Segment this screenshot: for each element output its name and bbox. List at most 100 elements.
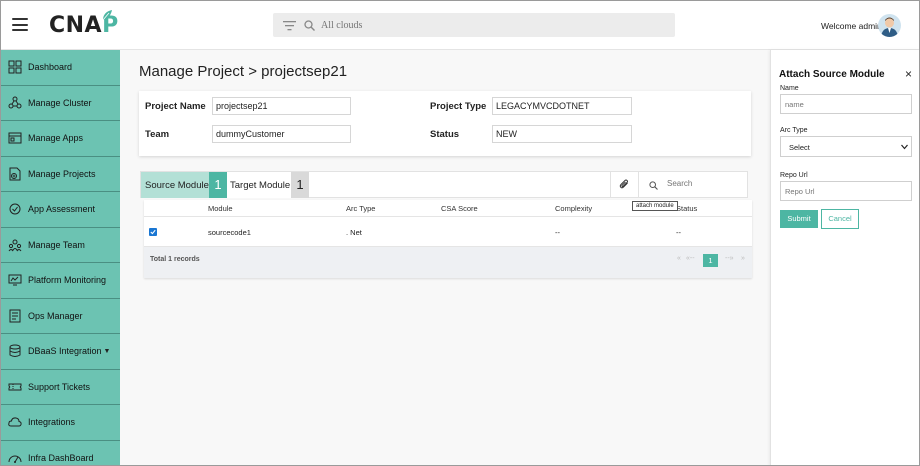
sidebar-item-dashboard[interactable]: Dashboard (1, 50, 120, 86)
apps-icon (8, 132, 22, 144)
module-table: Module Arc Type CSA Score Complexity Sta… (144, 200, 752, 278)
sidebar-item-manage-cluster[interactable]: Manage Cluster (1, 86, 120, 121)
cell-module: sourcecode1 (208, 228, 251, 237)
app-logo[interactable]: CNAP (49, 10, 119, 41)
pager-first-button[interactable]: « (677, 255, 681, 262)
tab-label: Source Module (145, 180, 209, 191)
ticket-icon (8, 383, 22, 391)
attach-module-tooltip: attach module (632, 201, 678, 211)
status-label: Status (430, 129, 460, 140)
sidebar-item-label: Manage Cluster (28, 97, 92, 108)
tab-count-badge: 1 (209, 172, 227, 198)
team-label: Team (145, 129, 170, 140)
assessment-icon (9, 203, 21, 215)
cell-status: -- (676, 228, 681, 237)
cell-arc-type: . Net (346, 228, 362, 237)
column-header-complexity[interactable]: Complexity (555, 204, 592, 213)
tab-label: Target Module (230, 180, 291, 191)
ops-icon (9, 309, 21, 323)
arc-type-label: Arc Type (780, 127, 808, 134)
name-label: Name (780, 85, 799, 92)
pager-last-button[interactable]: » (741, 255, 745, 262)
submit-button[interactable]: Submit (780, 210, 818, 228)
arc-type-select[interactable]: Select (780, 136, 912, 157)
leaf-icon (102, 10, 112, 21)
column-header-arc-type[interactable]: Arc Type (346, 204, 375, 213)
table-row[interactable]: sourcecode1 . Net -- -- (144, 217, 752, 247)
total-records: Total 1 records (150, 256, 200, 263)
cloud-search[interactable] (273, 13, 675, 37)
sidebar-item-label: Support Tickets (28, 381, 91, 392)
sidebar-item-label: Dashboard (28, 62, 73, 73)
sidebar-item-manage-projects[interactable]: Manage Projects (1, 157, 120, 192)
sidebar-item-infra-dashboard[interactable]: Infra DashBoard (1, 441, 120, 466)
attach-source-panel: Attach Source Module × Name Arc Type Sel… (770, 50, 919, 465)
sidebar-item-label: Manage Apps (28, 133, 84, 144)
sidebar-item-support-tickets[interactable]: Support Tickets (1, 370, 120, 405)
sidebar-item-dbaas-integration[interactable]: DBaaS Integration ▼ (1, 334, 120, 370)
cancel-button[interactable]: Cancel (821, 209, 859, 229)
row-checkbox[interactable] (149, 228, 157, 236)
monitoring-icon (8, 274, 22, 286)
module-tabs: Source Module 1 Target Module 1 (140, 171, 748, 198)
sidebar-item-integrations[interactable]: Integrations (1, 405, 120, 441)
cloud-search-input[interactable] (321, 19, 621, 31)
attach-module-button[interactable] (610, 172, 638, 198)
pager-prev-button[interactable]: «-- (686, 255, 695, 262)
project-name-label: Project Name (145, 101, 206, 112)
pager-next-button[interactable]: --» (725, 255, 734, 262)
sidebar-item-label: App Assessment (28, 204, 96, 215)
column-header-csa-score[interactable]: CSA Score (441, 204, 478, 213)
projects-icon (9, 167, 21, 181)
sidebar-item-label: Infra DashBoard (28, 452, 94, 463)
sidebar-item-label: DBaaS Integration (28, 346, 102, 357)
repo-url-label: Repo Url (780, 172, 808, 179)
tab-source-module[interactable]: Source Module 1 (141, 172, 227, 198)
tab-count-badge: 1 (291, 172, 309, 198)
menu-icon[interactable] (12, 18, 28, 31)
infra-icon (8, 455, 22, 463)
status-value: NEW (492, 125, 632, 143)
repo-url-input[interactable] (780, 181, 912, 201)
cloud-icon (8, 417, 22, 427)
sidebar-item-platform-monitoring[interactable]: Platform Monitoring (1, 263, 120, 299)
app-window: CNAP Welcome admin Dashboard Manage Clus… (0, 0, 920, 466)
caret-down-icon[interactable]: ▼ (104, 348, 111, 355)
search-icon (649, 181, 658, 190)
check-icon (150, 229, 156, 235)
page-number-button[interactable]: 1 (703, 254, 718, 267)
column-header-module[interactable]: Module (208, 204, 233, 213)
sidebar-item-manage-apps[interactable]: Manage Apps (1, 121, 120, 157)
sidebar-item-label: Manage Team (28, 239, 85, 250)
name-input[interactable] (780, 94, 912, 114)
cluster-icon (8, 96, 22, 109)
sidebar-item-ops-manager[interactable]: Ops Manager (1, 299, 120, 334)
database-icon (9, 344, 21, 358)
paperclip-icon (619, 179, 628, 189)
close-icon[interactable]: × (905, 68, 912, 80)
top-bar: CNAP Welcome admin (1, 1, 919, 50)
welcome-text: Welcome admin (821, 21, 882, 31)
filter-icon[interactable] (283, 20, 296, 31)
sidebar-item-app-assessment[interactable]: App Assessment (1, 192, 120, 228)
sidebar-item-label: Ops Manager (28, 310, 83, 321)
project-type-label: Project Type (430, 101, 487, 112)
chevron-down-icon (901, 144, 908, 150)
search-icon (304, 19, 315, 31)
project-type-value: LEGACYMVCDOTNET (492, 97, 632, 115)
sidebar-item-label: Manage Projects (28, 168, 96, 179)
sidebar-item-label: Integrations (28, 417, 76, 428)
cell-complexity: -- (555, 228, 560, 237)
tab-target-module[interactable]: Target Module 1 (227, 172, 309, 198)
user-avatar[interactable] (878, 14, 901, 37)
project-name-value: projectsep21 (212, 97, 351, 115)
project-info-card: Project Name projectsep21 Project Type L… (139, 91, 751, 156)
page-title: Manage Project > projectsep21 (139, 63, 348, 80)
arc-type-selected: Select (789, 143, 810, 152)
module-search[interactable] (638, 172, 748, 198)
column-header-status[interactable]: Status (676, 204, 697, 213)
sidebar-item-manage-team[interactable]: Manage Team (1, 228, 120, 263)
sidebar: Dashboard Manage Cluster Manage Apps Man… (1, 50, 120, 466)
team-value: dummyCustomer (212, 125, 351, 143)
module-search-input[interactable] (667, 179, 745, 188)
